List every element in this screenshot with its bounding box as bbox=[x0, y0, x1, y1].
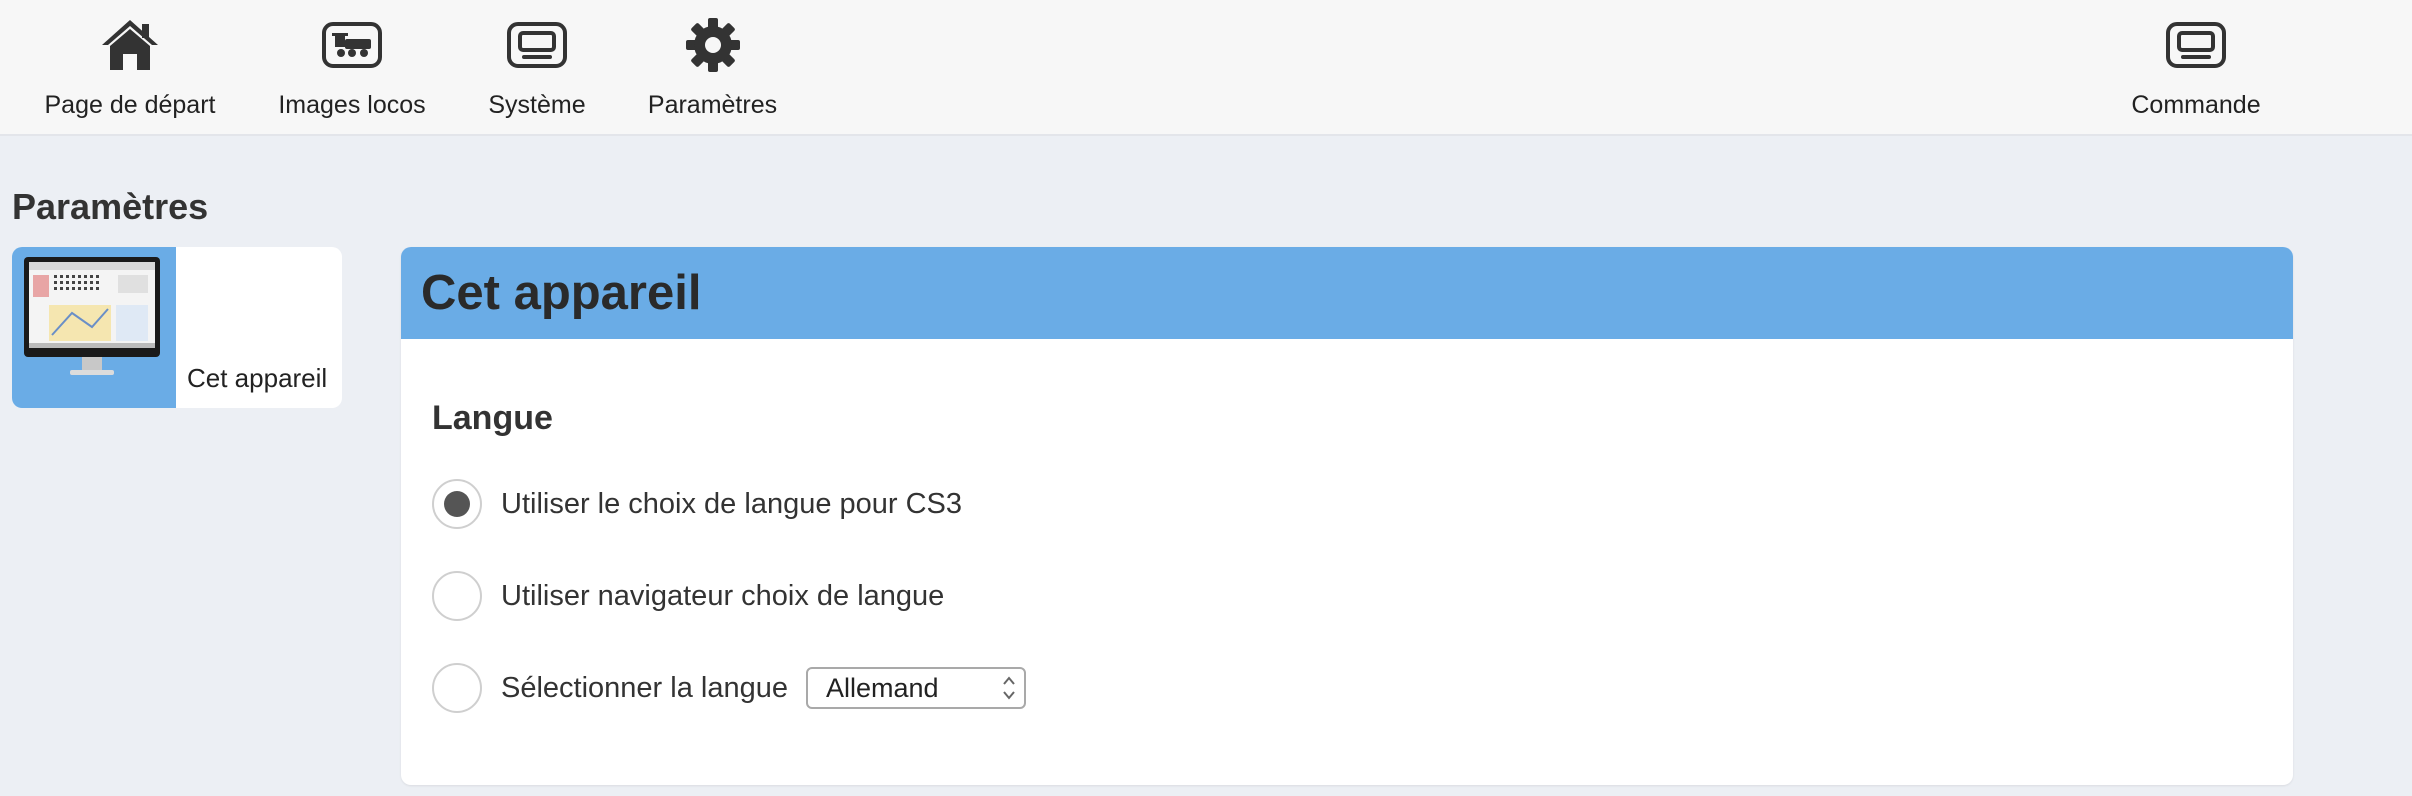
radio-selected-dot bbox=[444, 491, 470, 517]
nav-item-command[interactable]: Commande bbox=[2120, 0, 2272, 136]
nav-item-system[interactable]: Système bbox=[477, 0, 597, 136]
nav-item-loco-images[interactable]: Images locos bbox=[262, 0, 442, 136]
radio-button[interactable] bbox=[432, 571, 482, 621]
panel-title: Cet appareil bbox=[421, 266, 702, 320]
locomotive-icon bbox=[321, 0, 383, 90]
radio-button[interactable] bbox=[432, 479, 482, 529]
language-option-select[interactable]: Sélectionner la langue Allemand bbox=[432, 663, 1026, 713]
nav-label: Images locos bbox=[278, 91, 426, 119]
nav-label: Commande bbox=[2131, 91, 2261, 119]
language-option-cs3[interactable]: Utiliser le choix de langue pour CS3 bbox=[432, 479, 962, 529]
settings-tile-this-device[interactable]: Cet appareil bbox=[12, 247, 342, 408]
monitor-icon bbox=[12, 247, 176, 408]
settings-panel: Cet appareil Langue Utiliser le choix de… bbox=[401, 247, 2293, 785]
device-icon bbox=[506, 0, 568, 90]
device-icon bbox=[2165, 0, 2227, 90]
nav-item-home[interactable]: Page de départ bbox=[30, 0, 230, 136]
gear-icon bbox=[685, 0, 741, 90]
radio-label: Utiliser le choix de langue pour CS3 bbox=[501, 487, 963, 520]
tile-label: Cet appareil bbox=[187, 363, 328, 393]
section-title-language: Langue bbox=[432, 399, 553, 437]
nav-label: Système bbox=[488, 91, 586, 119]
radio-label: Utiliser navigateur choix de langue bbox=[501, 579, 945, 612]
panel-header: Cet appareil bbox=[401, 247, 2293, 339]
radio-button[interactable] bbox=[432, 663, 482, 713]
select-arrows-icon bbox=[1002, 673, 1016, 708]
language-option-browser[interactable]: Utiliser navigateur choix de langue bbox=[432, 571, 944, 621]
radio-label: Sélectionner la langue bbox=[501, 671, 788, 704]
home-icon bbox=[100, 0, 160, 90]
top-navigation: Page de départ Images locos Système Para… bbox=[0, 0, 2412, 136]
language-select[interactable]: Allemand bbox=[805, 667, 1026, 709]
nav-item-settings[interactable]: Paramètres bbox=[640, 0, 785, 136]
page-title: Paramètres bbox=[12, 186, 209, 227]
nav-label: Page de départ bbox=[44, 91, 216, 119]
language-select-value: Allemand bbox=[825, 672, 939, 703]
nav-label: Paramètres bbox=[647, 91, 778, 119]
